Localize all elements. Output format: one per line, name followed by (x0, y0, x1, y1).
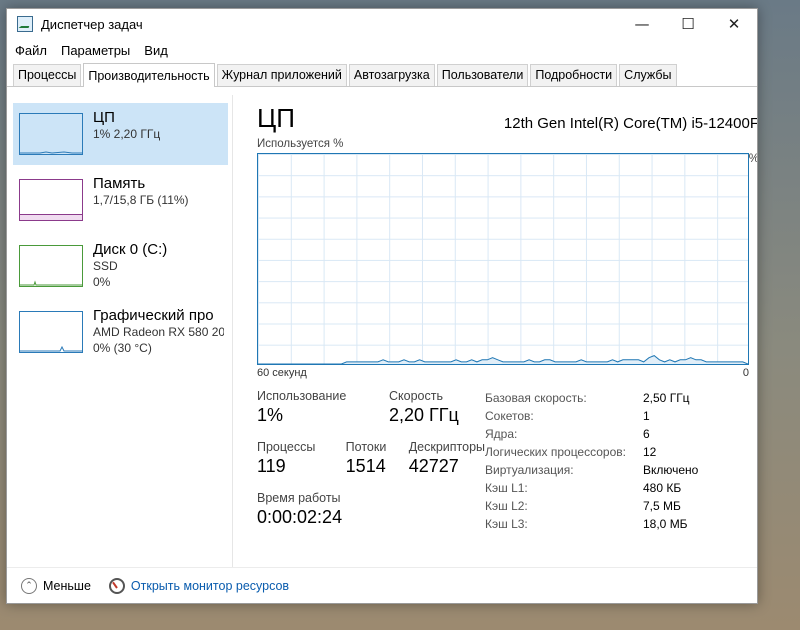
menu-bar: Файл Параметры Вид (7, 39, 757, 61)
graph-time-label: 60 секунд (257, 367, 307, 379)
resource-sidebar: ЦП 1% 2,20 ГГц Память 1,7/15,8 ГБ (11%) … (7, 95, 233, 567)
detail-key: Виртуализация: (485, 463, 574, 477)
minimize-button[interactable]: — (619, 9, 665, 39)
detail-key: Кэш L2: (485, 499, 528, 513)
usage-label: Использование (257, 389, 347, 403)
sidebar-item-detail: 1,7/15,8 ГБ (11%) (93, 193, 189, 207)
detail-value: 18,0 МБ (643, 517, 688, 531)
chevron-up-icon: ⌃ (21, 577, 37, 594)
uptime-label: Время работы (257, 491, 341, 505)
threads-value: 1514 (345, 456, 386, 476)
window-controls: — ☐ ✕ (619, 9, 757, 39)
title-bar[interactable]: Диспетчер задач — ☐ ✕ (7, 9, 757, 39)
menu-view[interactable]: Вид (144, 43, 168, 58)
handles-value: 42727 (408, 456, 459, 476)
tab-services[interactable]: Службы (619, 64, 677, 86)
sidebar-item-memory[interactable]: Память 1,7/15,8 ГБ (11%) (13, 169, 228, 231)
sidebar-item-detail-2: 0% (30 °C) (93, 341, 152, 355)
detail-row: Ядра: 6 (485, 425, 757, 443)
cpu-model-name: 12th Gen Intel(R) Core(TM) i5-12400F (503, 115, 758, 132)
disk-thumbnail-graph (19, 245, 83, 287)
tab-app-history[interactable]: Журнал приложений (216, 64, 347, 86)
tab-details[interactable]: Подробности (530, 64, 618, 86)
speed-label: Скорость (389, 389, 443, 403)
detail-key: Кэш L3: (485, 517, 528, 531)
sidebar-item-gpu[interactable]: Графический про AMD Radeon RX 580 204 0%… (13, 301, 228, 363)
threads-label: Потоки (345, 440, 387, 454)
tab-users[interactable]: Пользователи (436, 64, 529, 86)
detail-value: 480 КБ (643, 481, 682, 495)
fewer-details-label: Меньше (43, 578, 91, 593)
detail-row: Кэш L3: 18,0 МБ (485, 515, 757, 533)
cpu-stats: Использование 1% Скорость 2,20 ГГц Проце… (257, 389, 757, 542)
speed-value: 2,20 ГГц (389, 405, 459, 425)
detail-key: Ядра: (485, 427, 518, 441)
cpu-usage-area (258, 355, 748, 364)
detail-value: 12 (643, 445, 657, 459)
tab-processes[interactable]: Процессы (13, 64, 82, 86)
tab-performance[interactable]: Производительность (83, 63, 215, 87)
detail-value: 2,50 ГГц (643, 391, 690, 405)
sidebar-item-disk[interactable]: Диск 0 (C:) SSD 0% (13, 235, 228, 297)
maximize-button[interactable]: ☐ (665, 9, 711, 39)
detail-key: Сокетов: (485, 409, 534, 423)
detail-key: Базовая скорость: (485, 391, 587, 405)
sidebar-item-title: Память (93, 175, 146, 192)
cpu-thumbnail-graph (19, 113, 83, 155)
handles-label: Дескрипторы (408, 440, 485, 454)
footer-bar: ⌃ Меньше Открыть монитор ресурсов (7, 567, 757, 603)
menu-file[interactable]: Файл (15, 43, 47, 58)
open-resource-monitor-link[interactable]: Открыть монитор ресурсов (131, 579, 289, 593)
usage-value: 1% (257, 405, 284, 425)
processes-value: 119 (257, 456, 286, 476)
sidebar-item-detail: AMD Radeon RX 580 204 (93, 325, 224, 339)
graph-min-label: 0 (742, 367, 749, 379)
detail-row: Кэш L1: 480 КБ (485, 479, 757, 497)
detail-value: 7,5 МБ (643, 499, 681, 513)
gpu-thumbnail-graph (19, 311, 83, 353)
task-manager-icon (17, 16, 33, 32)
sidebar-item-title: Графический про (93, 307, 214, 324)
detail-row: Кэш L2: 7,5 МБ (485, 497, 757, 515)
detail-row: Базовая скорость: 2,50 ГГц (485, 389, 757, 407)
resource-monitor-icon (108, 577, 125, 594)
cpu-detail-panel: ЦП 12th Gen Intel(R) Core(TM) i5-12400F … (233, 95, 758, 567)
menu-options[interactable]: Параметры (61, 43, 130, 58)
detail-key: Кэш L1: (485, 481, 528, 495)
detail-row: Логических процессоров: 12 (485, 443, 757, 461)
cpu-usage-graph (257, 153, 749, 365)
fewer-details-button[interactable]: ⌃ Меньше (21, 577, 91, 594)
cpu-details-list: Базовая скорость: 2,50 ГГц Сокетов: 1 Ядра… (485, 389, 757, 542)
detail-value: 6 (643, 427, 650, 441)
detail-row: Виртуализация: Включено (485, 461, 757, 479)
detail-value: Включено (643, 463, 699, 477)
sidebar-item-title: Диск 0 (C:) (93, 241, 168, 258)
sidebar-item-detail: SSD (93, 259, 118, 273)
memory-thumbnail-graph (19, 179, 83, 221)
uptime-value: 0:00:02:24 (257, 507, 343, 527)
task-manager-window: Диспетчер задач — ☐ ✕ Файл Параметры Вид… (6, 8, 758, 604)
window-title: Диспетчер задач (41, 16, 143, 32)
processes-label: Процессы (257, 440, 316, 454)
performance-content: ЦП 1% 2,20 ГГц Память 1,7/15,8 ГБ (11%) … (7, 95, 757, 567)
detail-key: Логических процессоров: (485, 445, 626, 459)
sidebar-item-detail-2: 0% (93, 275, 111, 289)
cpu-usage-plot (258, 355, 748, 364)
sidebar-item-detail: 1% 2,20 ГГц (93, 127, 161, 141)
detail-row: Сокетов: 1 (485, 407, 757, 425)
tab-bar: Процессы Производительность Журнал прило… (7, 63, 757, 87)
sidebar-item-cpu[interactable]: ЦП 1% 2,20 ГГц (13, 103, 228, 165)
detail-value: 1 (643, 409, 650, 423)
graph-y-label: Используется % (257, 138, 344, 150)
close-button[interactable]: ✕ (711, 9, 757, 39)
tab-startup[interactable]: Автозагрузка (348, 64, 435, 86)
sidebar-item-title: ЦП (93, 109, 115, 126)
